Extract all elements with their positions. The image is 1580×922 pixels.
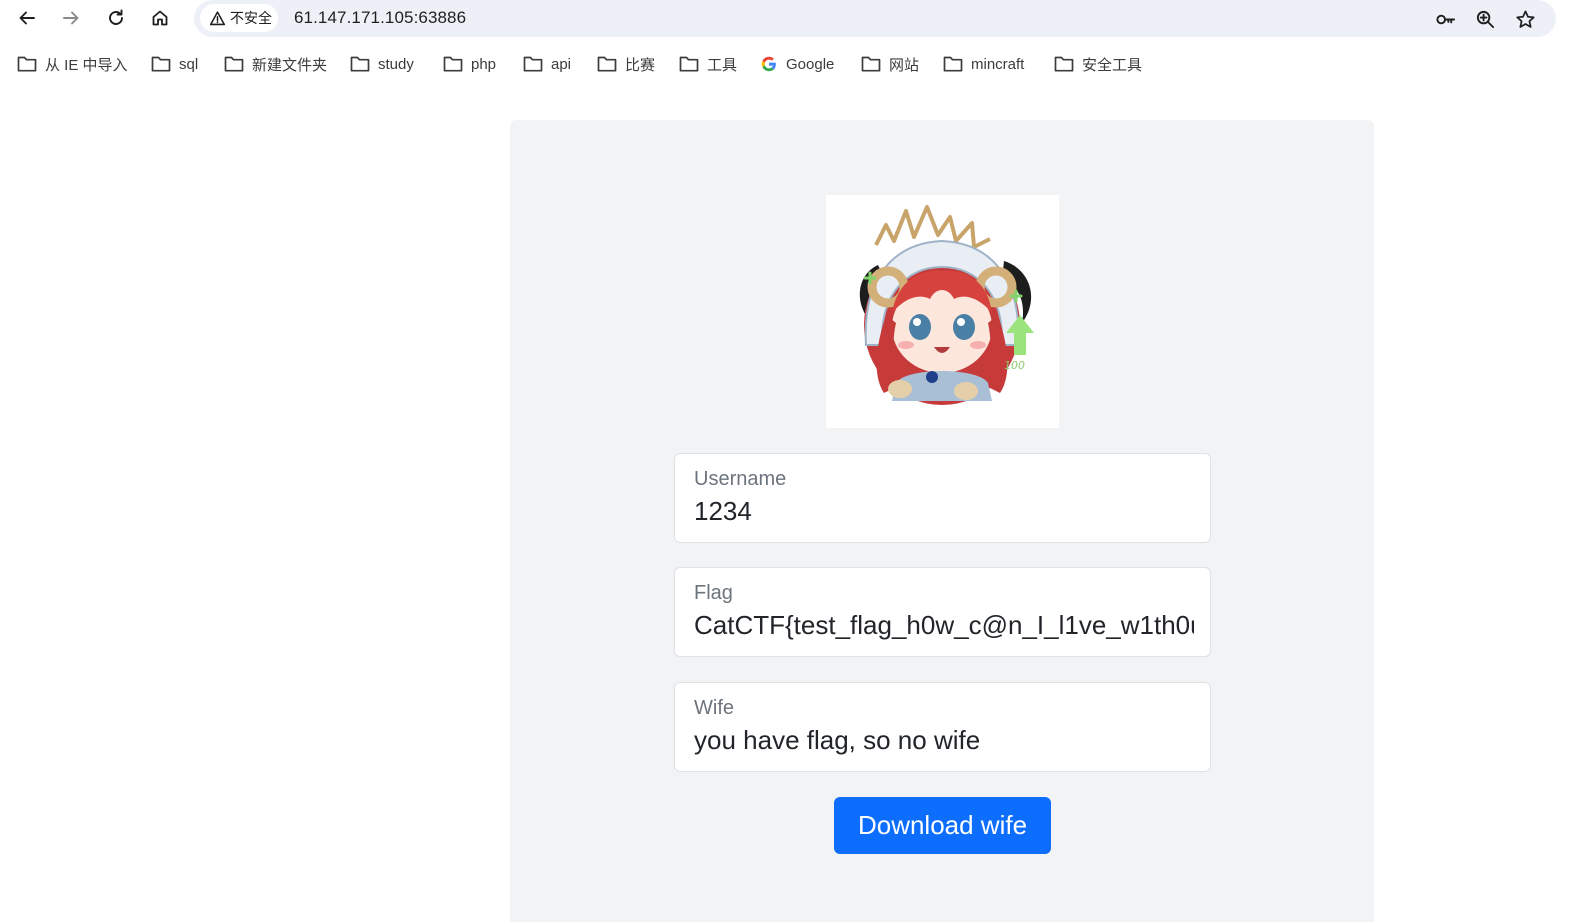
- bookmark-label: mincraft: [971, 55, 1025, 73]
- zoom-button[interactable]: [1472, 6, 1498, 32]
- reload-button[interactable]: [101, 4, 131, 32]
- address-bar[interactable]: 不安全 61.147.171.105:63886: [194, 0, 1556, 37]
- folder-icon: [151, 56, 171, 72]
- arrow-left-icon: [19, 11, 35, 25]
- url-text[interactable]: 61.147.171.105:63886: [294, 8, 466, 28]
- bookmark-star-button[interactable]: [1512, 6, 1538, 32]
- anime-avatar-image: 100: [859, 205, 1034, 405]
- security-indicator[interactable]: 不安全: [200, 4, 278, 32]
- folder-icon: [17, 56, 37, 72]
- warning-icon: [209, 10, 226, 25]
- bookmark-label: 比赛: [625, 56, 656, 74]
- bookmark-label: 安全工具: [1082, 56, 1143, 74]
- wife-label: Wife: [694, 697, 734, 719]
- username-label: Username: [694, 468, 787, 490]
- bookmark-tools[interactable]: 工具: [679, 53, 737, 75]
- flag-value[interactable]: CatCTF{test_flag_h0w_c@n_I_l1ve_w1th0ut: [694, 610, 1194, 641]
- bookmark-label: 新建文件夹: [252, 56, 328, 74]
- username-field[interactable]: Username 1234: [674, 453, 1211, 543]
- bookmark-label: 网站: [889, 56, 920, 74]
- bookmark-websites[interactable]: 网站: [861, 53, 919, 75]
- flag-label: Flag: [694, 582, 733, 604]
- home-button[interactable]: [145, 4, 175, 32]
- bookmark-label: api: [551, 55, 572, 73]
- folder-icon: [443, 56, 463, 72]
- home-icon: [152, 10, 168, 26]
- reload-icon: [109, 9, 123, 25]
- username-value[interactable]: 1234: [694, 496, 1194, 527]
- folder-icon: [943, 56, 963, 72]
- bookmark-api[interactable]: api: [523, 53, 571, 75]
- download-wife-button[interactable]: Download wife: [834, 797, 1051, 854]
- browser-toolbar: 不安全 61.147.171.105:63886: [0, 0, 1580, 38]
- bookmark-label: sql: [179, 55, 199, 73]
- zoom-icon: [1476, 10, 1494, 28]
- arrow-right-icon: [63, 11, 79, 25]
- forward-button[interactable]: [56, 4, 86, 32]
- flag-field[interactable]: Flag CatCTF{test_flag_h0w_c@n_I_l1ve_w1t…: [674, 567, 1211, 657]
- folder-icon: [350, 56, 370, 72]
- avatar-image: 100: [826, 195, 1059, 428]
- bookmark-sql[interactable]: sql: [151, 53, 198, 75]
- key-icon: [1435, 14, 1455, 24]
- folder-icon: [597, 56, 617, 72]
- folder-icon: [1054, 56, 1074, 72]
- bookmark-new-folder[interactable]: 新建文件夹: [224, 53, 327, 75]
- bookmark-label: 从 IE 中导入: [45, 56, 128, 74]
- bookmark-security-tools[interactable]: 安全工具: [1054, 53, 1142, 75]
- bookmark-google[interactable]: Google: [760, 53, 834, 75]
- bookmark-label: php: [471, 55, 497, 73]
- folder-icon: [861, 56, 881, 72]
- security-label: 不安全: [230, 10, 272, 26]
- bookmark-competition[interactable]: 比赛: [597, 53, 655, 75]
- google-icon: [761, 56, 776, 72]
- back-button[interactable]: [12, 4, 42, 32]
- bookmark-label: 工具: [707, 56, 738, 74]
- folder-icon: [224, 56, 244, 72]
- avatar-badge-text: 100: [1004, 359, 1025, 372]
- password-button[interactable]: [1432, 6, 1458, 32]
- folder-icon: [523, 56, 543, 72]
- bookmark-php[interactable]: php: [443, 53, 496, 75]
- bookmark-study[interactable]: study: [350, 53, 414, 75]
- bookmark-label: study: [378, 55, 414, 73]
- bookmark-label: Google: [786, 55, 835, 73]
- wife-value[interactable]: you have flag, so no wife: [694, 725, 1194, 756]
- star-icon: [1515, 10, 1535, 28]
- folder-icon: [679, 56, 699, 72]
- bookmark-mincraft[interactable]: mincraft: [943, 53, 1024, 75]
- bookmark-import-ie[interactable]: 从 IE 中导入: [17, 53, 128, 75]
- wife-field[interactable]: Wife you have flag, so no wife: [674, 682, 1211, 772]
- bookmarks-bar: 从 IE 中导入 sql 新建文件夹 study php api 比赛 工具 G…: [0, 46, 1580, 82]
